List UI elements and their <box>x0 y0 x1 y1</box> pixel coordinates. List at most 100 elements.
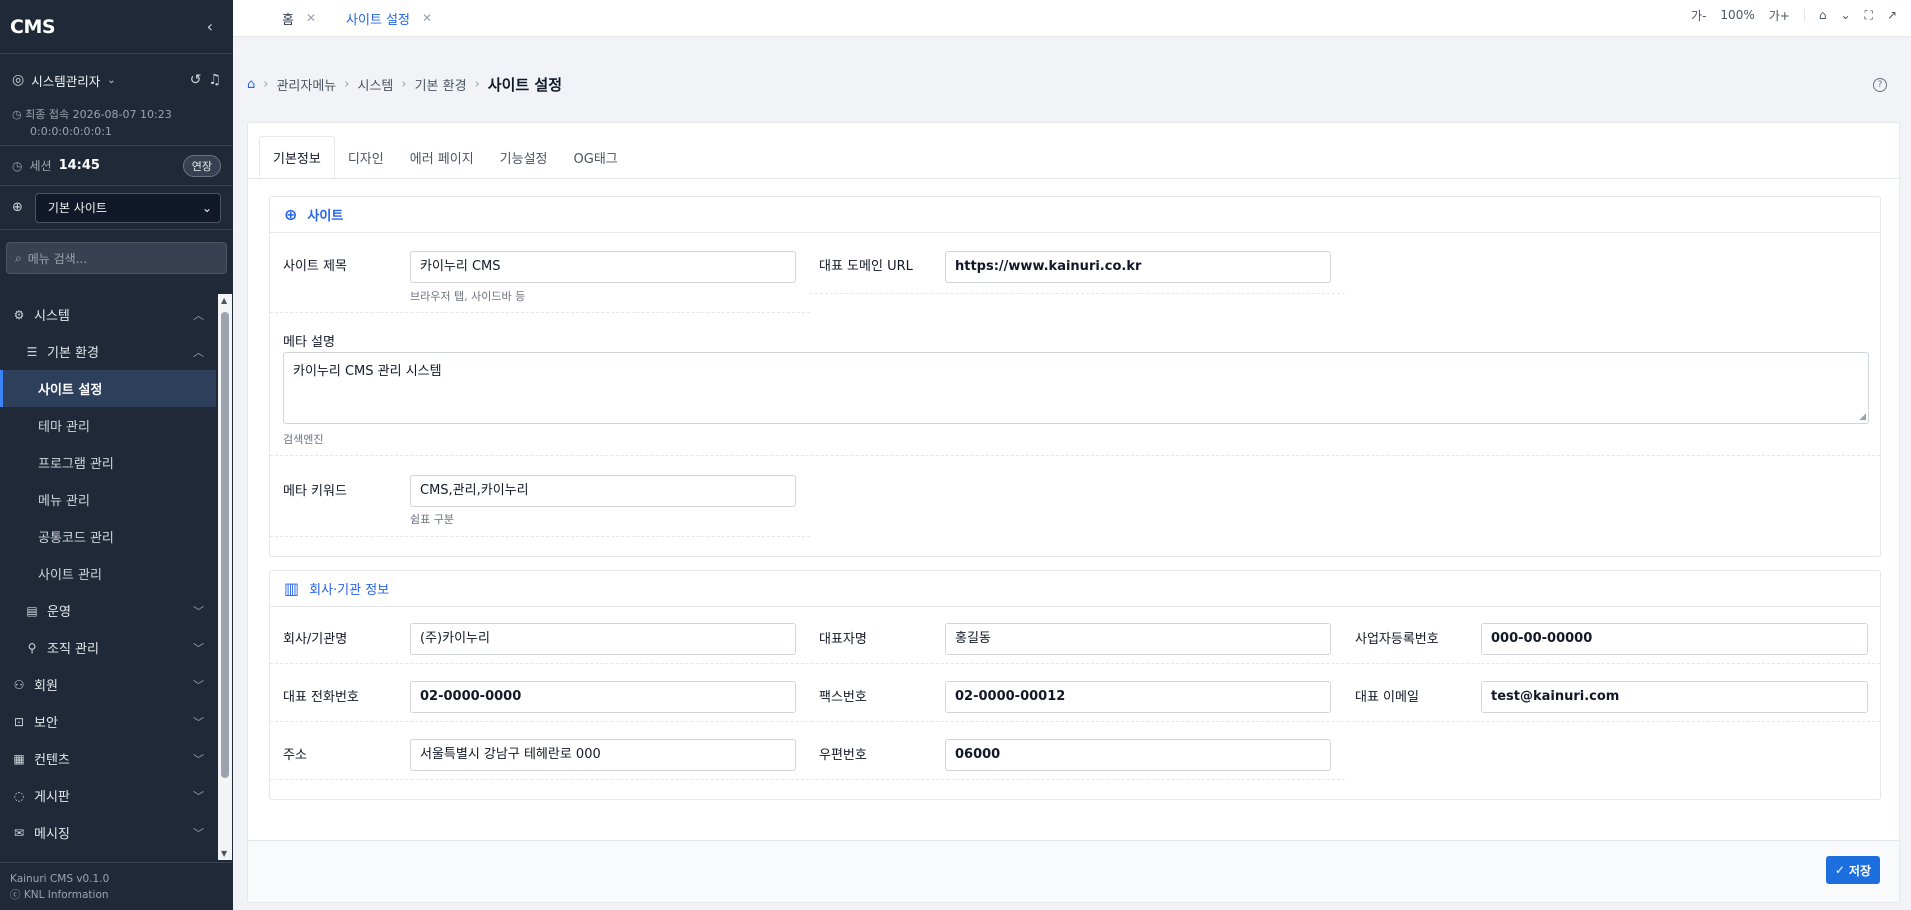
tab-error-page[interactable]: 에러 페이지 <box>397 136 487 178</box>
home-icon[interactable]: ⌂ <box>1819 8 1827 22</box>
tab-og-tag[interactable]: OG태그 <box>561 136 631 178</box>
check-icon: ✓ <box>1834 863 1845 877</box>
font-decrease-button[interactable]: 가- <box>1691 7 1706 24</box>
fax-input[interactable]: 02-0000-00012 <box>945 681 1331 713</box>
menu-item-theme[interactable]: 테마 관리 <box>0 407 216 444</box>
fullscreen-icon[interactable]: ⛶ <box>1865 8 1873 23</box>
phone-input[interactable]: 02-0000-0000 <box>410 681 796 713</box>
address-input[interactable]: 서울특별시 강남구 테헤란로 000 <box>410 739 796 771</box>
site-selector: ⊕ 기본 사이트 ⌄ <box>0 186 233 230</box>
menu-label: 공통코드 관리 <box>38 531 114 546</box>
breadcrumb-env[interactable]: 기본 환경 <box>415 75 467 94</box>
resize-grip-icon[interactable]: ◢ <box>1859 412 1866 422</box>
menu-item-board[interactable]: ◌ 게시판 ﹀ <box>0 777 216 814</box>
zipcode-value: 06000 <box>955 747 1001 762</box>
user-circle-icon: ◎ <box>12 72 25 88</box>
business-number-input[interactable]: 000-00-00000 <box>1481 623 1868 655</box>
home-icon[interactable]: ⌂ <box>247 77 255 92</box>
tab-basic-info[interactable]: 기본정보 <box>259 136 335 178</box>
user-menu: ◎ 시스템관리자 ⌄ ↺ ♫ <box>0 54 233 106</box>
breadcrumb-system[interactable]: 시스템 <box>357 75 393 94</box>
site-panel-header: ⊕ 사이트 <box>270 197 1880 233</box>
menu-label: 사이트 설정 <box>38 383 103 398</box>
menu-item-contents[interactable]: ▦ 컨텐츠 ﹀ <box>0 740 216 777</box>
menu-item-system[interactable]: ⚙ 시스템 ︿ <box>0 296 216 333</box>
menu-item-site-mgmt[interactable]: 사이트 관리 <box>0 555 216 592</box>
site-select[interactable]: 기본 사이트 ⌄ <box>34 192 221 223</box>
site-title-hint: 브라우저 탭, 사이드바 등 <box>410 290 526 303</box>
menu-label: 게시판 <box>34 790 70 805</box>
site-title-input[interactable]: 카이누리 CMS <box>410 251 796 283</box>
ceo-name-input[interactable]: 홍길동 <box>945 623 1331 655</box>
divider <box>810 293 1345 294</box>
users-icon: ⚇ <box>13 677 25 692</box>
zipcode-label: 우편번호 <box>819 748 867 763</box>
menu-item-security[interactable]: ⊡ 보안 ﹀ <box>0 703 216 740</box>
tab-home[interactable]: 홈 ✕ <box>233 0 330 37</box>
breadcrumb-admin[interactable]: 관리자메뉴 <box>276 75 336 94</box>
meta-keywords-input[interactable]: CMS,관리,카이누리 <box>410 475 796 507</box>
tab-site-settings[interactable]: 사이트 설정 ✕ <box>330 0 446 37</box>
zoom-level: 100% <box>1720 8 1755 22</box>
scrollbar-thumb[interactable] <box>221 312 229 778</box>
user-name[interactable]: 시스템관리자 <box>31 71 100 90</box>
menu-item-site-settings[interactable]: 사이트 설정 <box>0 370 216 407</box>
divider <box>270 455 1880 456</box>
breadcrumb-separator: › <box>344 77 350 92</box>
org-chart-icon: ⚲ <box>27 640 37 655</box>
meta-desc-textarea[interactable]: 카이누리 CMS 관리 시스템 ◢ <box>283 352 1869 424</box>
app-version: Kainuri CMS v0.1.0 <box>10 873 110 885</box>
chevron-down-icon: ﹀ <box>193 789 204 803</box>
domain-label: 대표 도메인 URL <box>819 259 913 274</box>
menu-item-program[interactable]: 프로그램 관리 <box>0 444 216 481</box>
bell-icon[interactable]: ♫ <box>208 72 221 88</box>
tab-features[interactable]: 기능설정 <box>487 136 561 178</box>
chat-icon: ◌ <box>13 788 25 803</box>
address-value: 서울특별시 강남구 테헤란로 000 <box>420 747 601 762</box>
menu-item-menu-mgmt[interactable]: 메뉴 관리 <box>0 481 216 518</box>
menu-item-common-code[interactable]: 공통코드 관리 <box>0 518 216 555</box>
font-increase-button[interactable]: 가+ <box>1769 7 1790 24</box>
email-input[interactable]: test@kainuri.com <box>1481 681 1868 713</box>
help-icon[interactable]: ? <box>1873 78 1887 92</box>
sidebar-scrollbar[interactable]: ▲ ▼ <box>218 294 232 860</box>
tab-label: 사이트 설정 <box>346 12 410 28</box>
divider <box>270 721 1880 722</box>
scroll-down-icon[interactable]: ▼ <box>221 849 227 858</box>
divider <box>270 536 810 537</box>
address-label: 주소 <box>283 748 307 763</box>
save-button[interactable]: ✓ 저장 <box>1825 856 1880 884</box>
menu-item-org[interactable]: ⚲ 조직 관리 ﹀ <box>0 629 216 666</box>
domain-input[interactable]: https://www.kainuri.co.kr <box>945 251 1331 283</box>
ceo-name-label: 대표자명 <box>819 632 867 647</box>
globe-icon: ⊕ <box>284 205 298 224</box>
fax-value: 02-0000-00012 <box>955 689 1066 704</box>
last-login-label: 최종 접속 <box>25 108 70 121</box>
tab-design[interactable]: 디자인 <box>335 136 397 178</box>
company-name-value: (주)카이누리 <box>420 631 490 646</box>
menu-item-member[interactable]: ⚇ 회원 ﹀ <box>0 666 216 703</box>
session-extend-button[interactable]: 연장 <box>182 154 221 177</box>
phone-label: 대표 전화번호 <box>283 690 359 705</box>
last-login-info: ◷ 최종 접속 2026-08-07 10:23 0:0:0:0:0:0:0:1 <box>0 106 233 146</box>
menu-item-operation[interactable]: ▤ 운영 ﹀ <box>0 592 216 629</box>
sidebar: CMS ‹ ◎ 시스템관리자 ⌄ ↺ ♫ ◷ 최종 접속 2026-08-07 … <box>0 0 233 910</box>
chevron-down-icon[interactable]: ⌄ <box>1840 8 1850 22</box>
toolbar: 가- 100% 가+ ⌂ ⌄ ⛶ ↗ <box>1691 0 1897 30</box>
chevron-down-icon[interactable]: ⌄ <box>107 75 115 86</box>
scroll-up-icon[interactable]: ▲ <box>221 296 227 305</box>
menu-item-basic-env[interactable]: ☰ 기본 환경 ︿ <box>0 333 216 370</box>
close-icon[interactable]: ✕ <box>306 11 316 25</box>
company-name-input[interactable]: (주)카이누리 <box>410 623 796 655</box>
menu-item-messaging[interactable]: ✉ 메시징 ﹀ <box>0 814 216 851</box>
history-icon[interactable]: ↺ <box>190 72 202 88</box>
external-link-icon[interactable]: ↗ <box>1887 8 1897 22</box>
app-logo[interactable]: CMS <box>10 16 56 38</box>
chevron-down-icon: ﹀ <box>193 826 204 840</box>
menu-label: 보안 <box>34 716 58 731</box>
close-icon[interactable]: ✕ <box>422 11 432 25</box>
menu-search-input[interactable]: ⌕ 메뉴 검색... <box>6 242 227 274</box>
zipcode-input[interactable]: 06000 <box>945 739 1331 771</box>
session-time: 14:45 <box>58 158 100 173</box>
collapse-sidebar-icon[interactable]: ‹ <box>207 17 213 36</box>
